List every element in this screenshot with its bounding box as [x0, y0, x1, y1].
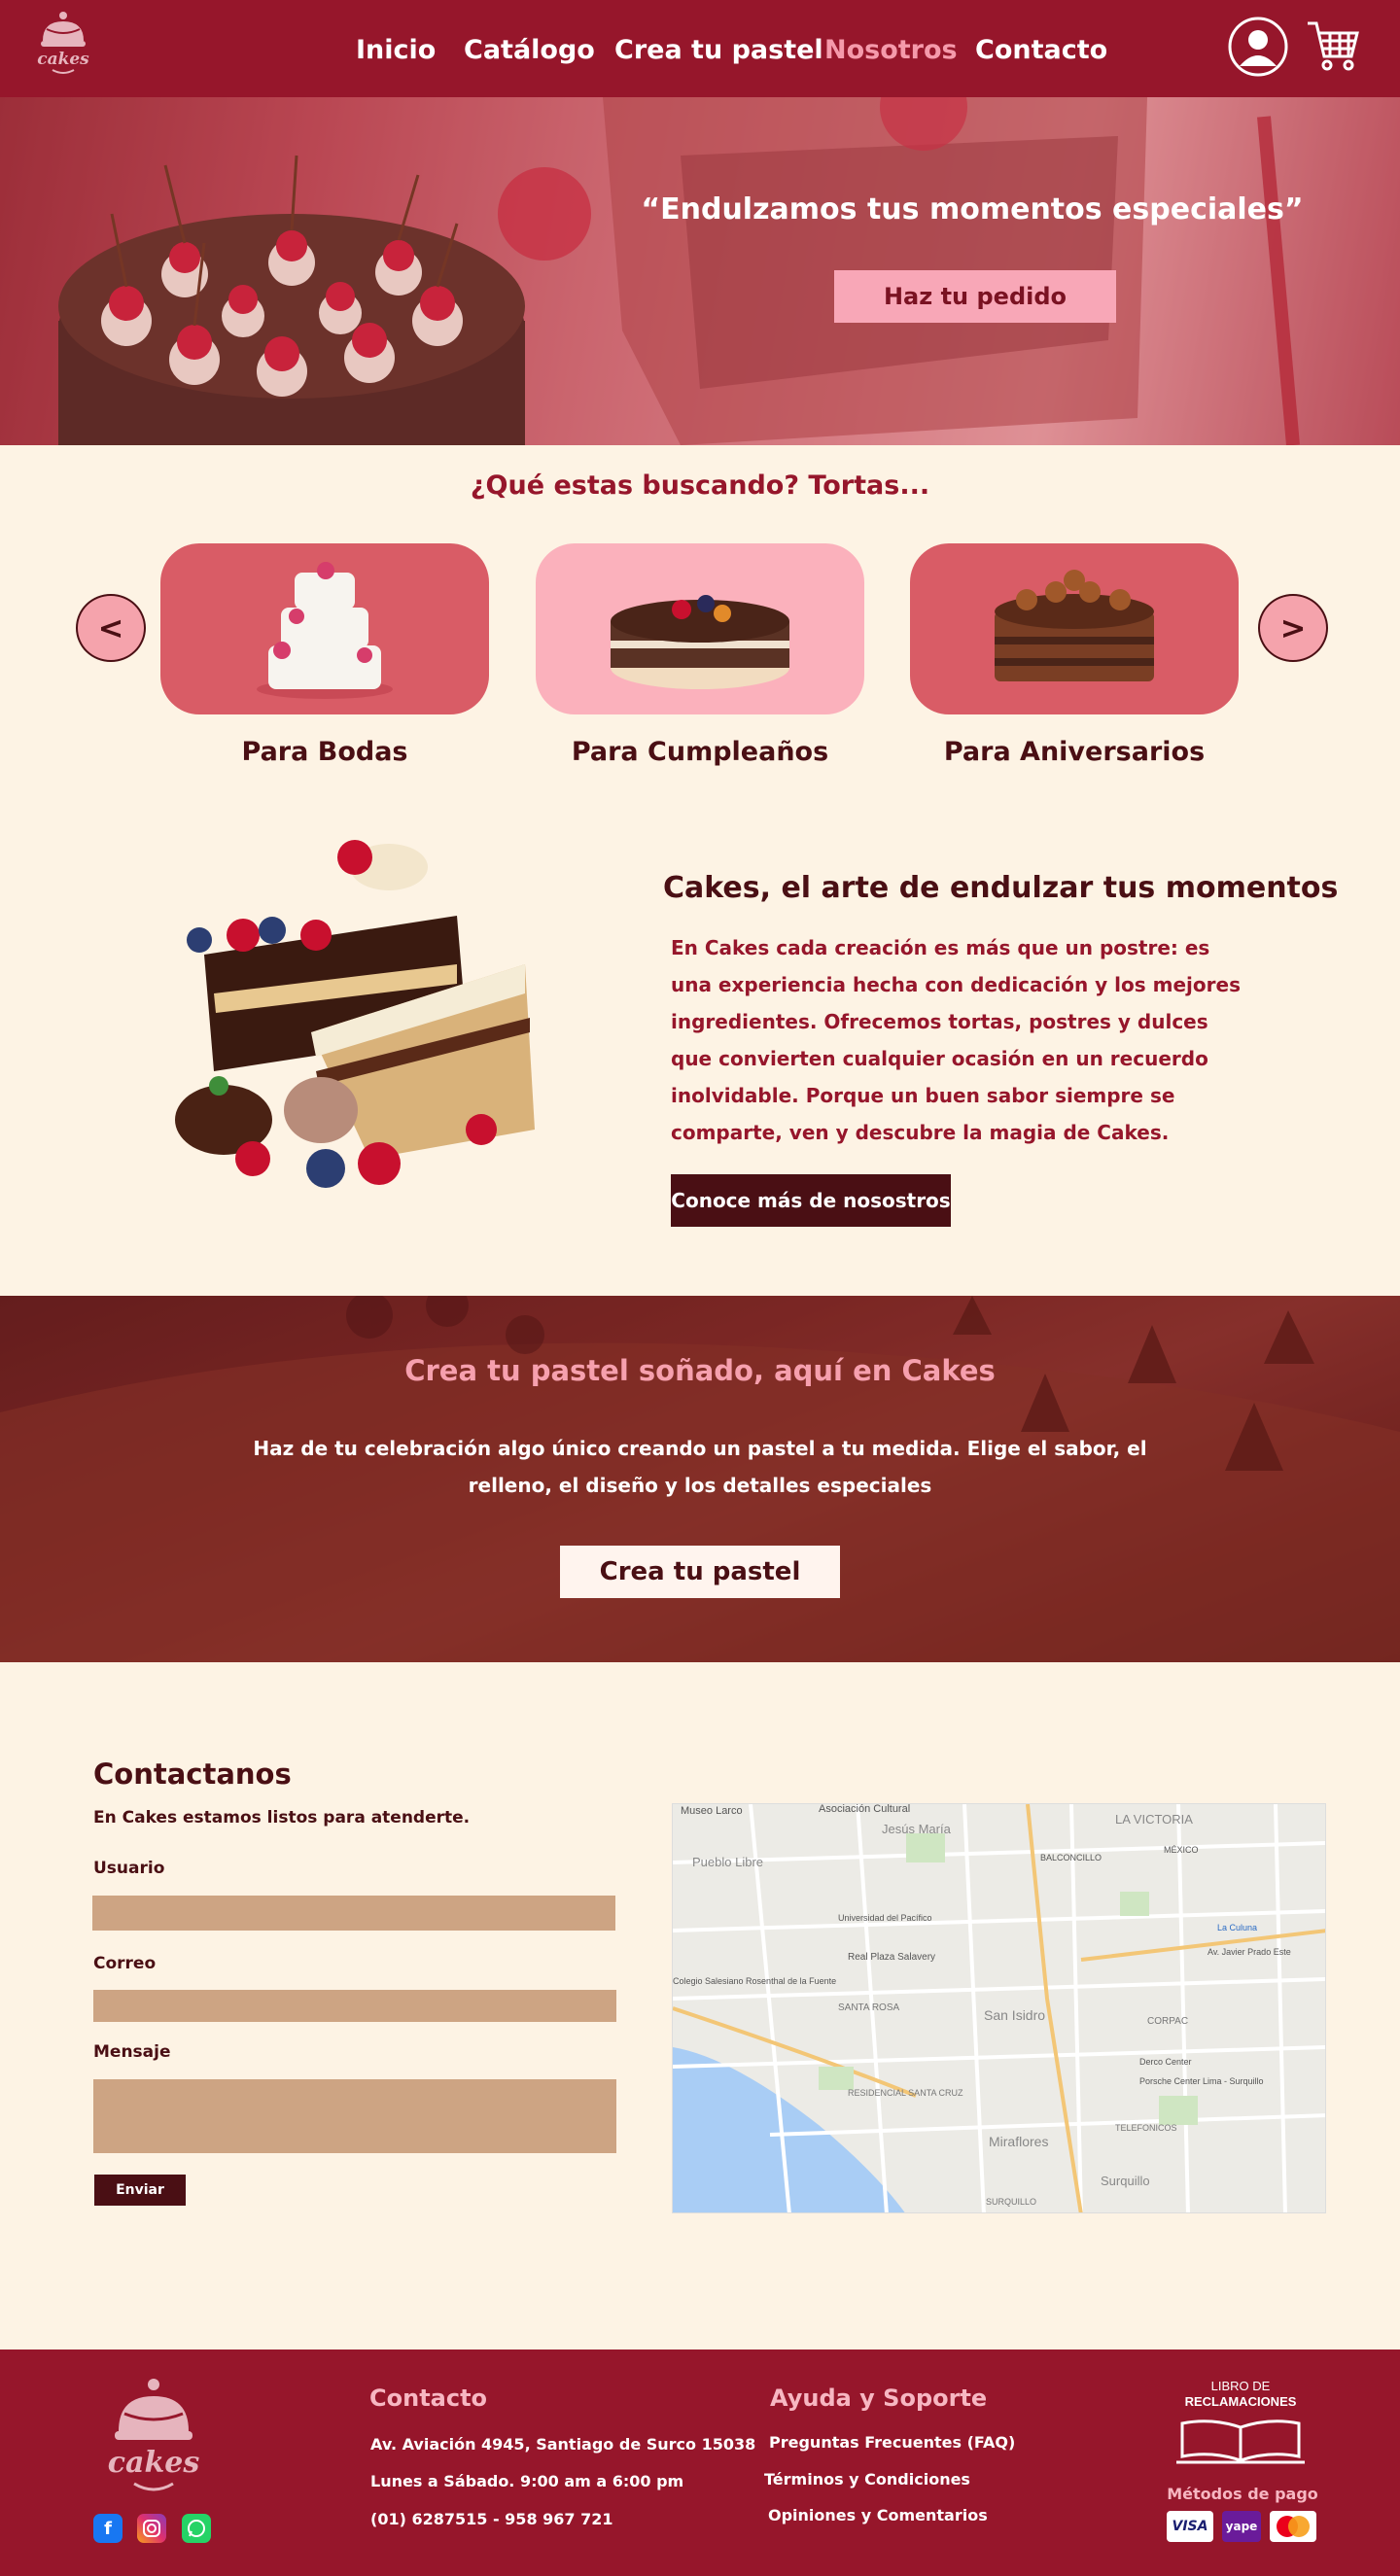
about-text: En Cakes cada creación es más que un pos…	[671, 936, 1241, 1144]
chevron-right-icon: >	[1279, 609, 1307, 646]
claims-line2: RECLAMACIONES	[1184, 2394, 1297, 2409]
mastercard-icon	[1270, 2511, 1316, 2542]
footer-link-reviews[interactable]: Opiniones y Comentarios	[768, 2506, 988, 2524]
claims-line1: LIBRO DE	[1210, 2379, 1271, 2393]
create-title: Crea tu pastel soñado, aquí en Cakes	[404, 1354, 996, 1387]
category-label-aniversarios[interactable]: Para Aniversarios	[910, 737, 1239, 767]
message-textarea[interactable]	[93, 2079, 616, 2153]
contact-title: Contactanos	[93, 1758, 292, 1791]
book-icon	[1176, 2419, 1305, 2464]
category-card-cumpleanos[interactable]	[536, 543, 864, 714]
footer-address: Av. Aviación 4945, Santiago de Surco 150…	[370, 2435, 756, 2454]
map-label: Museo Larco	[681, 1805, 743, 1817]
whatsapp-icon[interactable]	[182, 2514, 211, 2543]
map-label: Asociación Cultural	[819, 1804, 910, 1815]
user-label: Usuario	[93, 1859, 165, 1878]
footer-link-faq[interactable]: Preguntas Frecuentes (FAQ)	[769, 2433, 1015, 2452]
map-label: Miraflores	[989, 2134, 1048, 2149]
message-label: Mensaje	[93, 2042, 171, 2062]
carousel-prev-button[interactable]: <	[76, 594, 146, 662]
user-icon[interactable]	[1227, 16, 1289, 78]
map-label: Derco Center	[1139, 2057, 1192, 2067]
map-label: Surquillo	[1101, 2174, 1150, 2188]
wedding-cake-image	[257, 562, 393, 699]
email-input[interactable]	[93, 1990, 616, 2022]
nav-inicio[interactable]: Inicio	[356, 35, 436, 65]
map-label: LA VICTORIA	[1115, 1812, 1193, 1827]
map-label: SANTA ROSA	[838, 2002, 899, 2013]
yape-icon: yape	[1222, 2511, 1261, 2542]
anniversary-cake-image	[995, 570, 1154, 681]
map-label: Colegio Salesiano Rosenthal de la Fuente	[673, 1976, 836, 1986]
footer-phone: (01) 6287515 - 958 967 721	[370, 2510, 613, 2528]
about-more-button[interactable]: Conoce más de nosostros	[671, 1174, 951, 1227]
footer-contact-heading: Contacto	[369, 2385, 488, 2412]
visa-icon: VISA	[1167, 2511, 1213, 2542]
email-label: Correo	[93, 1954, 157, 1973]
create-cake-button[interactable]: Crea tu pastel	[560, 1546, 840, 1598]
desserts-image	[146, 838, 535, 1211]
birthday-cake-image	[611, 595, 789, 689]
category-label-bodas[interactable]: Para Bodas	[160, 737, 489, 767]
categories-heading: ¿Qué estas buscando? Tortas...	[470, 470, 930, 501]
order-button[interactable]: Haz tu pedido	[834, 270, 1116, 323]
map-label: Av. Javier Prado Este	[1208, 1947, 1291, 1957]
map-label: Porsche Center Lima - Surquillo	[1139, 2076, 1264, 2086]
claims-book[interactable]: LIBRO DE RECLAMACIONES	[1163, 2379, 1318, 2472]
chevron-left-icon: <	[97, 609, 124, 646]
site-header: cakes Inicio Catálogo Crea tu pastel Nos…	[0, 0, 1400, 97]
map-label: BALCONCILLO	[1040, 1853, 1102, 1862]
map-label: La Culuna	[1217, 1923, 1257, 1932]
footer-hours: Lunes a Sábado. 9:00 am a 6:00 pm	[370, 2472, 684, 2490]
map-label: MÉXICO	[1164, 1845, 1199, 1855]
category-label-cumpleanos[interactable]: Para Cumpleaños	[536, 737, 864, 767]
map-label: SURQUILLO	[986, 2197, 1036, 2207]
footer-help-heading: Ayuda y Soporte	[770, 2385, 988, 2412]
footer-logo[interactable]: cakes	[105, 2375, 202, 2507]
carousel-next-button[interactable]: >	[1258, 594, 1328, 662]
footer-link-terms[interactable]: Términos y Condiciones	[764, 2470, 970, 2489]
cart-icon[interactable]	[1305, 17, 1361, 74]
nav-catalogo[interactable]: Catálogo	[464, 35, 595, 65]
instagram-icon[interactable]	[137, 2514, 166, 2543]
site-footer: cakes f Contacto Av. Aviación 4945, Sant…	[0, 2350, 1400, 2576]
footer-logo-text: cakes	[108, 2446, 200, 2480]
logo-text: cakes	[37, 50, 89, 69]
create-cake-banner: Crea tu pastel soñado, aquí en Cakes Haz…	[0, 1296, 1400, 1662]
category-card-bodas[interactable]	[160, 543, 489, 714]
map-label: San Isidro	[984, 2007, 1045, 2023]
map-graphic: Museo Larco Asociación Cultural Jesús Ma…	[673, 1804, 1325, 2212]
hero-banner: “Endulzamos tus momentos especiales” Haz…	[0, 97, 1400, 445]
hero-quote: “Endulzamos tus momentos especiales”	[641, 192, 1304, 226]
create-text: Haz de tu celebración algo único creando…	[253, 1437, 1147, 1497]
facebook-icon[interactable]: f	[93, 2514, 122, 2543]
cakes-logo[interactable]: cakes	[33, 8, 93, 78]
map-label: RESIDENCIAL SANTA CRUZ	[848, 2088, 963, 2098]
nav-contacto[interactable]: Contacto	[975, 35, 1107, 65]
map-label: Pueblo Libre	[692, 1855, 763, 1869]
nav-crea-tu-pastel[interactable]: Crea tu pastel	[614, 35, 823, 65]
about-title: Cakes, el arte de endulzar tus momentos	[663, 871, 1339, 905]
payments-heading: Métodos de pago	[1167, 2485, 1318, 2503]
map-label: TELEFONICOS	[1115, 2123, 1177, 2133]
nav-nosotros[interactable]: Nosotros	[824, 35, 958, 65]
category-card-aniversarios[interactable]	[910, 543, 1239, 714]
map-label: Jesús María	[882, 1822, 952, 1836]
send-button[interactable]: Enviar	[94, 2175, 186, 2206]
user-input[interactable]	[92, 1896, 615, 1931]
hero-overlay	[0, 97, 1400, 445]
contact-subtitle: En Cakes estamos listos para atenderte.	[93, 1808, 471, 1828]
map-label: CORPAC	[1147, 2016, 1188, 2027]
map-label: Universidad del Pacífico	[838, 1913, 932, 1923]
map-label: Real Plaza Salavery	[848, 1952, 935, 1963]
location-map[interactable]: Museo Larco Asociación Cultural Jesús Ma…	[672, 1803, 1326, 2213]
